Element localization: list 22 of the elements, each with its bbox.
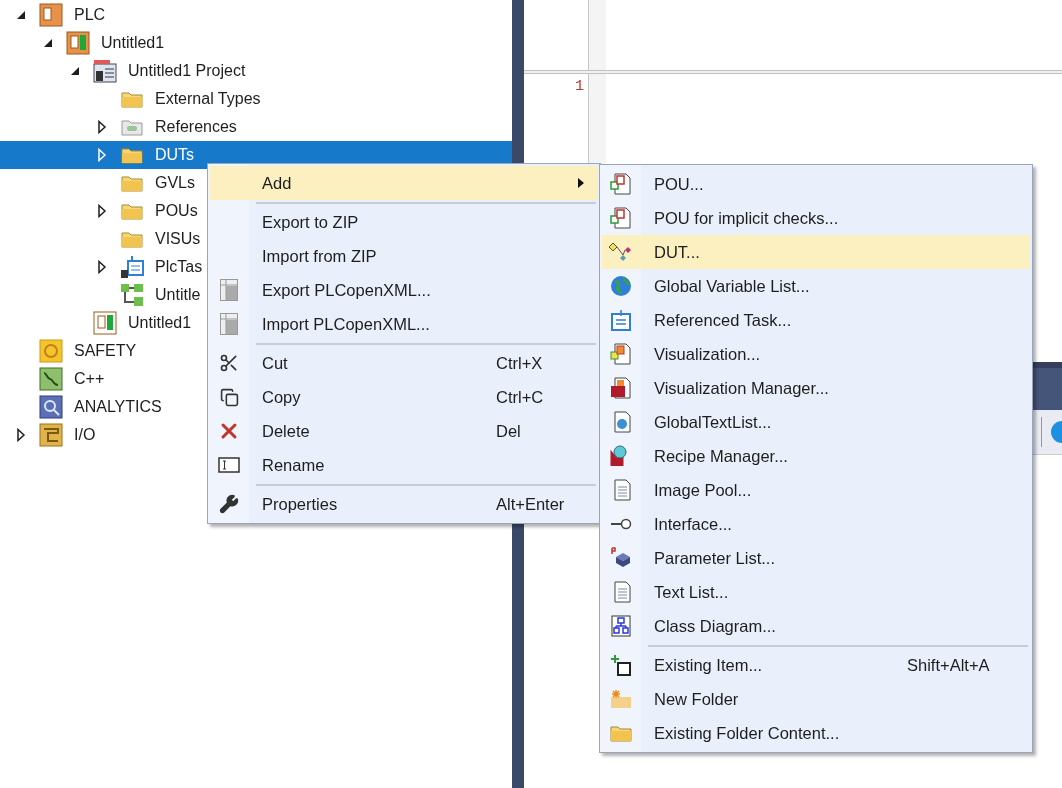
tree-label: POUs [155,201,198,221]
tree-label: PlcTas [155,257,203,277]
shortcut-label: Ctrl+C [496,386,544,408]
line-number: 1 [575,77,584,97]
tree-label: VISUs [155,229,201,249]
tree-label: ANALYTICS [74,397,162,417]
tree-label: I/O [74,425,96,445]
tree-label: External Types [155,89,261,109]
shortcut-label: Shift+Alt+A [907,654,990,676]
tree-label: GVLs [155,173,195,193]
tree-label: Untitle [155,285,201,305]
shortcut-label: Del [496,420,521,442]
tree-label: Untitled1 Project [128,61,246,81]
shortcut-label: Ctrl+X [496,352,543,374]
tree-label: DUTs [155,145,195,165]
tree-label: PLC [74,5,106,25]
tree-label: Untitled1 [101,33,165,53]
shortcut-label: Alt+Enter [496,493,565,515]
tree-label: C++ [74,369,105,389]
tree-label: SAFETY [74,341,137,361]
tree-label: Untitled1 [128,313,192,333]
tree-label: References [155,117,237,137]
